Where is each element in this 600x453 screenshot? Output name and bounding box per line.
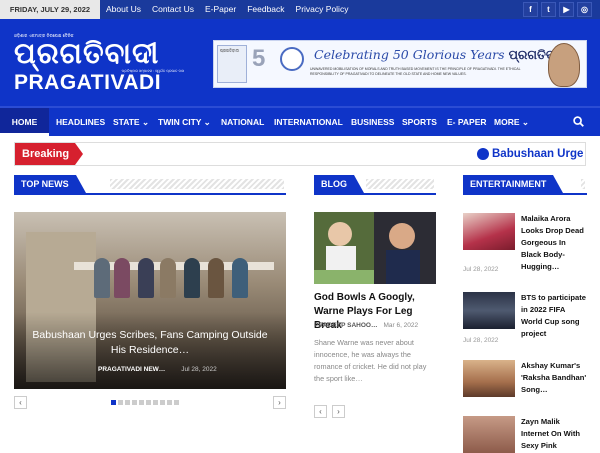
- logo-english-name: PRAGATIVADI: [14, 71, 162, 94]
- entertainment-title-1[interactable]: Malaika Arora Looks Drop Dead Gorgeous I…: [521, 213, 587, 273]
- entertainment-date-1: Jul 28, 2022: [463, 266, 499, 273]
- nav-national[interactable]: NATIONAL: [221, 108, 264, 136]
- banner-fifty: 5: [252, 45, 266, 72]
- entertainment-title[interactable]: ENTERTAINMENT: [463, 175, 564, 193]
- blog-header: BLOG: [314, 175, 436, 195]
- top-link-epaper[interactable]: E-Paper: [205, 0, 236, 19]
- blog-post-excerpt: Shane Warne was never about innocence, h…: [314, 338, 427, 383]
- logo-odia-name: ପ୍ରଗତିବାଦୀ: [14, 36, 160, 70]
- search-icon[interactable]: [573, 116, 584, 127]
- slider-dot[interactable]: [132, 400, 137, 405]
- banner-small-text: UNWAVERED MOBILISATION OF MORALS AND TRU…: [310, 67, 521, 76]
- entertainment-thumb[interactable]: [463, 416, 515, 453]
- nav-business[interactable]: BUSINESS: [351, 108, 394, 136]
- top-bar: FRIDAY, JULY 29, 2022 About Us Contact U…: [0, 0, 600, 19]
- facebook-icon[interactable]: f: [523, 2, 538, 17]
- site-logo[interactable]: ଓଡ଼ିଶାର ଏକମାତ୍ର ନିରପେକ୍ଷ ଦୈନିକ ପ୍ରଗତିବାଦ…: [14, 33, 194, 103]
- top-link-contact[interactable]: Contact Us: [152, 0, 194, 19]
- top-news-caption[interactable]: Babushaan Urges Scribes, Fans Camping Ou…: [24, 328, 276, 358]
- chevron-down-icon: ⌄: [141, 117, 150, 127]
- breaking-dot-icon: [477, 148, 489, 160]
- breaking-news-ticker: Breaking Babushaan Urge: [14, 142, 586, 166]
- slider-dot[interactable]: [111, 400, 116, 405]
- nav-home[interactable]: HOME: [0, 108, 49, 136]
- top-news-slide[interactable]: Babushaan Urges Scribes, Fans Camping Ou…: [14, 212, 286, 389]
- entertainment-item[interactable]: BTS to participate in 2022 FIFA World Cu…: [463, 292, 587, 344]
- twitter-icon[interactable]: t: [541, 2, 556, 17]
- nav-international[interactable]: INTERNATIONAL: [274, 108, 343, 136]
- nav-state[interactable]: STATE ⌄: [113, 108, 149, 136]
- nav-epaper[interactable]: E- PAPER: [447, 108, 487, 136]
- entertainment-title-3[interactable]: Akshay Kumar's 'Raksha Bandhan' Song…: [521, 360, 587, 396]
- top-link-feedback[interactable]: Feedback: [247, 0, 284, 19]
- current-date: FRIDAY, JULY 29, 2022: [0, 0, 100, 19]
- top-link-about[interactable]: About Us: [106, 0, 141, 19]
- slider-dot[interactable]: [146, 400, 151, 405]
- top-news-prev-button[interactable]: ‹: [14, 396, 27, 409]
- banner-seal-icon: [280, 47, 304, 71]
- instagram-icon[interactable]: ◎: [577, 2, 592, 17]
- slider-dot[interactable]: [153, 400, 158, 405]
- banner-celebrating: Celebrating 50 Glorious Years ପ୍ରଗତିବାଦୀ: [314, 47, 569, 62]
- entertainment-thumb[interactable]: [463, 292, 515, 329]
- nav-more[interactable]: MORE ⌄: [494, 108, 529, 136]
- entertainment-thumb[interactable]: [463, 213, 515, 250]
- blog-next-button[interactable]: ›: [332, 405, 345, 418]
- top-news-next-button[interactable]: ›: [273, 396, 286, 409]
- slider-dot[interactable]: [125, 400, 130, 405]
- entertainment-item[interactable]: Malaika Arora Looks Drop Dead Gorgeous I…: [463, 213, 587, 273]
- breaking-headline[interactable]: Babushaan Urge: [492, 143, 583, 165]
- banner-founder-portrait: [548, 43, 580, 87]
- entertainment-title-2[interactable]: BTS to participate in 2022 FIFA World Cu…: [521, 292, 587, 340]
- entertainment-date-2: Jul 28, 2022: [463, 337, 499, 344]
- banner-newspaper-thumb: ପ୍ରଗତିବାଦୀ: [217, 45, 247, 83]
- social-icons: f t ▶ ◎: [523, 2, 592, 17]
- nav-sports[interactable]: SPORTS: [402, 108, 437, 136]
- blog-title-label[interactable]: BLOG: [314, 175, 364, 193]
- blog-prev-button[interactable]: ‹: [314, 405, 327, 418]
- top-link-privacy[interactable]: Privacy Policy: [296, 0, 349, 19]
- nav-twin-city[interactable]: TWIN CITY ⌄: [158, 108, 211, 136]
- slider-dot[interactable]: [139, 400, 144, 405]
- main-nav: HOME HEADLINES STATE ⌄ TWIN CITY ⌄ NATIO…: [0, 106, 600, 136]
- top-news-header: TOP NEWS: [14, 175, 286, 195]
- nav-headlines[interactable]: HEADLINES: [56, 108, 105, 136]
- slider-dot[interactable]: [174, 400, 179, 405]
- top-links: About Us Contact Us E-Paper Feedback Pri…: [106, 0, 348, 19]
- slider-dot[interactable]: [160, 400, 165, 405]
- anniversary-banner[interactable]: ପ୍ରଗତିବାଦୀ 5 Celebrating 50 Glorious Yea…: [213, 40, 587, 88]
- entertainment-thumb[interactable]: [463, 360, 515, 397]
- site-header: ଓଡ଼ିଶାର ଏକମାତ୍ର ନିରପେକ୍ଷ ଦୈନିକ ପ୍ରଗତିବାଦ…: [0, 19, 600, 106]
- blog-image[interactable]: [314, 212, 436, 284]
- breaking-label: Breaking: [15, 143, 83, 165]
- entertainment-title-4[interactable]: Zayn Malik Internet On With Sexy Pink: [521, 416, 587, 452]
- slider-dot[interactable]: [167, 400, 172, 405]
- top-news-meta: PRAGATIVADI NEW… Jul 28, 2022: [98, 366, 217, 373]
- entertainment-item[interactable]: Akshay Kumar's 'Raksha Bandhan' Song…: [463, 360, 587, 400]
- entertainment-item[interactable]: Zayn Malik Internet On With Sexy Pink: [463, 416, 587, 453]
- slider-dot[interactable]: [118, 400, 123, 405]
- blog-post-meta: PRADEEP SAHOO… Mar 6, 2022: [314, 322, 419, 329]
- youtube-icon[interactable]: ▶: [559, 2, 574, 17]
- chevron-down-icon: ⌄: [203, 117, 211, 127]
- entertainment-header: ENTERTAINMENT: [463, 175, 587, 195]
- top-news-title[interactable]: TOP NEWS: [14, 175, 86, 193]
- slider-dots: [111, 400, 179, 405]
- chevron-down-icon: ⌄: [521, 117, 529, 127]
